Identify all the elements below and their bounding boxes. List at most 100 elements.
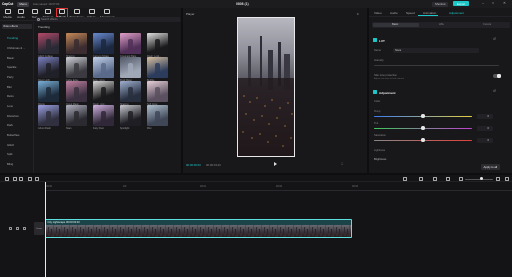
tool-audio[interactable]: Audio [15,8,27,20]
lut-name-select[interactable]: None [393,48,479,53]
sidebar-item[interactable]: Butterflies [7,133,19,137]
effect-card[interactable] [66,81,87,102]
shortcut-button[interactable]: Shortcut [432,1,449,7]
lock-track-icon[interactable] [9,227,12,230]
sidebar-item[interactable]: Bling [7,162,13,166]
sidebar-item[interactable]: Dark [7,123,13,127]
sidebar-item-trending[interactable]: Trending [7,36,18,40]
magnet-icon[interactable] [433,177,437,181]
total-time: 00:00:03:20 [206,163,221,167]
temp-value[interactable]: 0 [477,114,493,119]
segment-curves[interactable]: Curves [483,23,491,26]
redo-icon[interactable] [19,177,23,181]
saturation-value[interactable]: 0 [477,138,493,143]
effect-card[interactable] [38,105,59,126]
effect-card[interactable] [147,105,168,126]
sidebar-item[interactable]: Split [7,152,12,156]
saturation-knob[interactable] [421,138,425,142]
playhead[interactable] [45,182,46,277]
maximize-icon[interactable]: □ [492,1,494,5]
effect-card[interactable] [120,57,141,78]
effect-card[interactable] [93,105,114,126]
sidebar-item[interactable]: Sparkle [7,65,16,69]
export-button[interactable]: Export [453,1,470,7]
effect-card[interactable] [93,57,114,78]
tab-video[interactable]: Video [374,11,382,15]
close-icon[interactable]: ✕ [503,1,506,5]
skintone-label: Skin tone protection [374,73,397,77]
video-clip[interactable]: City nightscape 00:00:03:20 [45,219,352,238]
effect-thumbnail [74,111,79,123]
effect-card[interactable] [120,105,141,126]
sidebar-item[interactable]: Blur [7,85,12,89]
effect-card[interactable] [93,81,114,102]
adjustment-checkbox[interactable] [373,90,377,94]
hide-track-icon[interactable] [16,227,19,230]
segment-hsl[interactable]: HSL [439,23,444,26]
effect-thumbnail [128,111,133,123]
property-tabs: Video Audio Speed Animation Adjustment [369,8,512,17]
sidebar-item[interactable]: Party [7,75,14,79]
skintone-toggle[interactable] [493,74,501,78]
tint-value[interactable]: 0 [477,126,493,131]
effect-thumbnail [46,39,51,51]
cover-button[interactable]: Cover [34,222,44,235]
apply-all-button[interactable]: Apply to all [481,164,500,170]
tab-speed[interactable]: Speed [406,11,415,15]
undo-icon[interactable] [13,177,17,181]
intensity-slider[interactable] [374,65,499,67]
adjustment-reset-icon[interactable]: ↺ [493,89,496,93]
effect-card[interactable] [66,57,87,78]
tool-media[interactable]: Media [2,8,14,20]
autosave-status: Auto saved: 16:07:00 [32,2,60,6]
effect-card[interactable] [147,33,168,54]
player-menu-icon[interactable]: ≡ [357,12,359,16]
effect-card[interactable] [93,33,114,54]
skintone-hint: Adjust skin tone to look natural [374,78,404,80]
sidebar-item[interactable]: Glitch [7,143,14,147]
effect-thumbnail [101,39,106,51]
sticker-icon [45,9,51,15]
lut-checkbox[interactable] [373,38,377,42]
fit-icon[interactable] [505,177,509,181]
tint-knob[interactable] [421,126,425,130]
fullscreen-icon[interactable]: ⛶ [341,162,343,166]
video-preview[interactable] [237,17,295,157]
project-title[interactable]: 0808 (1) [236,2,249,6]
sidebar-item[interactable]: Basic [7,56,14,60]
effect-card[interactable] [120,33,141,54]
reset-icon[interactable]: ↺ [493,37,496,41]
segment-basic[interactable]: Basic [392,23,398,26]
zoom-in-icon[interactable] [496,177,500,181]
search-input[interactable]: Search effects [36,17,180,22]
effect-card[interactable] [38,33,59,54]
effect-card[interactable] [147,57,168,78]
sidebar-item[interactable]: Retro [7,94,14,98]
sidebar-item[interactable]: Christmas & ... [7,46,25,50]
zoom-out-icon[interactable] [459,177,463,181]
mute-track-icon[interactable] [23,227,26,230]
effect-card[interactable] [120,81,141,102]
effect-card[interactable] [66,105,87,126]
zoom-slider[interactable] [465,178,493,180]
sidebar-item[interactable]: Love [7,104,13,108]
link-icon[interactable] [419,177,423,181]
play-icon[interactable] [274,162,277,166]
menu-button[interactable]: Menu [17,1,29,7]
tab-adjustment[interactable]: Adjustment [449,11,464,15]
effect-card[interactable] [38,81,59,102]
record-icon[interactable] [403,177,407,181]
effect-card[interactable] [147,81,168,102]
delete-icon[interactable] [35,177,39,181]
effect-thumbnail [155,111,160,123]
preview-axis-icon[interactable] [446,177,450,181]
sidebar-item[interactable]: Distortion [7,114,19,118]
sidebar-category-head[interactable]: Video effects [1,24,32,29]
effect-card[interactable] [66,33,87,54]
tab-audio[interactable]: Audio [390,11,398,15]
split-icon[interactable] [28,177,32,181]
effect-card[interactable] [38,57,59,78]
minimize-icon[interactable]: – [482,1,484,5]
temp-knob[interactable] [421,114,425,118]
select-tool-icon[interactable] [5,177,9,181]
